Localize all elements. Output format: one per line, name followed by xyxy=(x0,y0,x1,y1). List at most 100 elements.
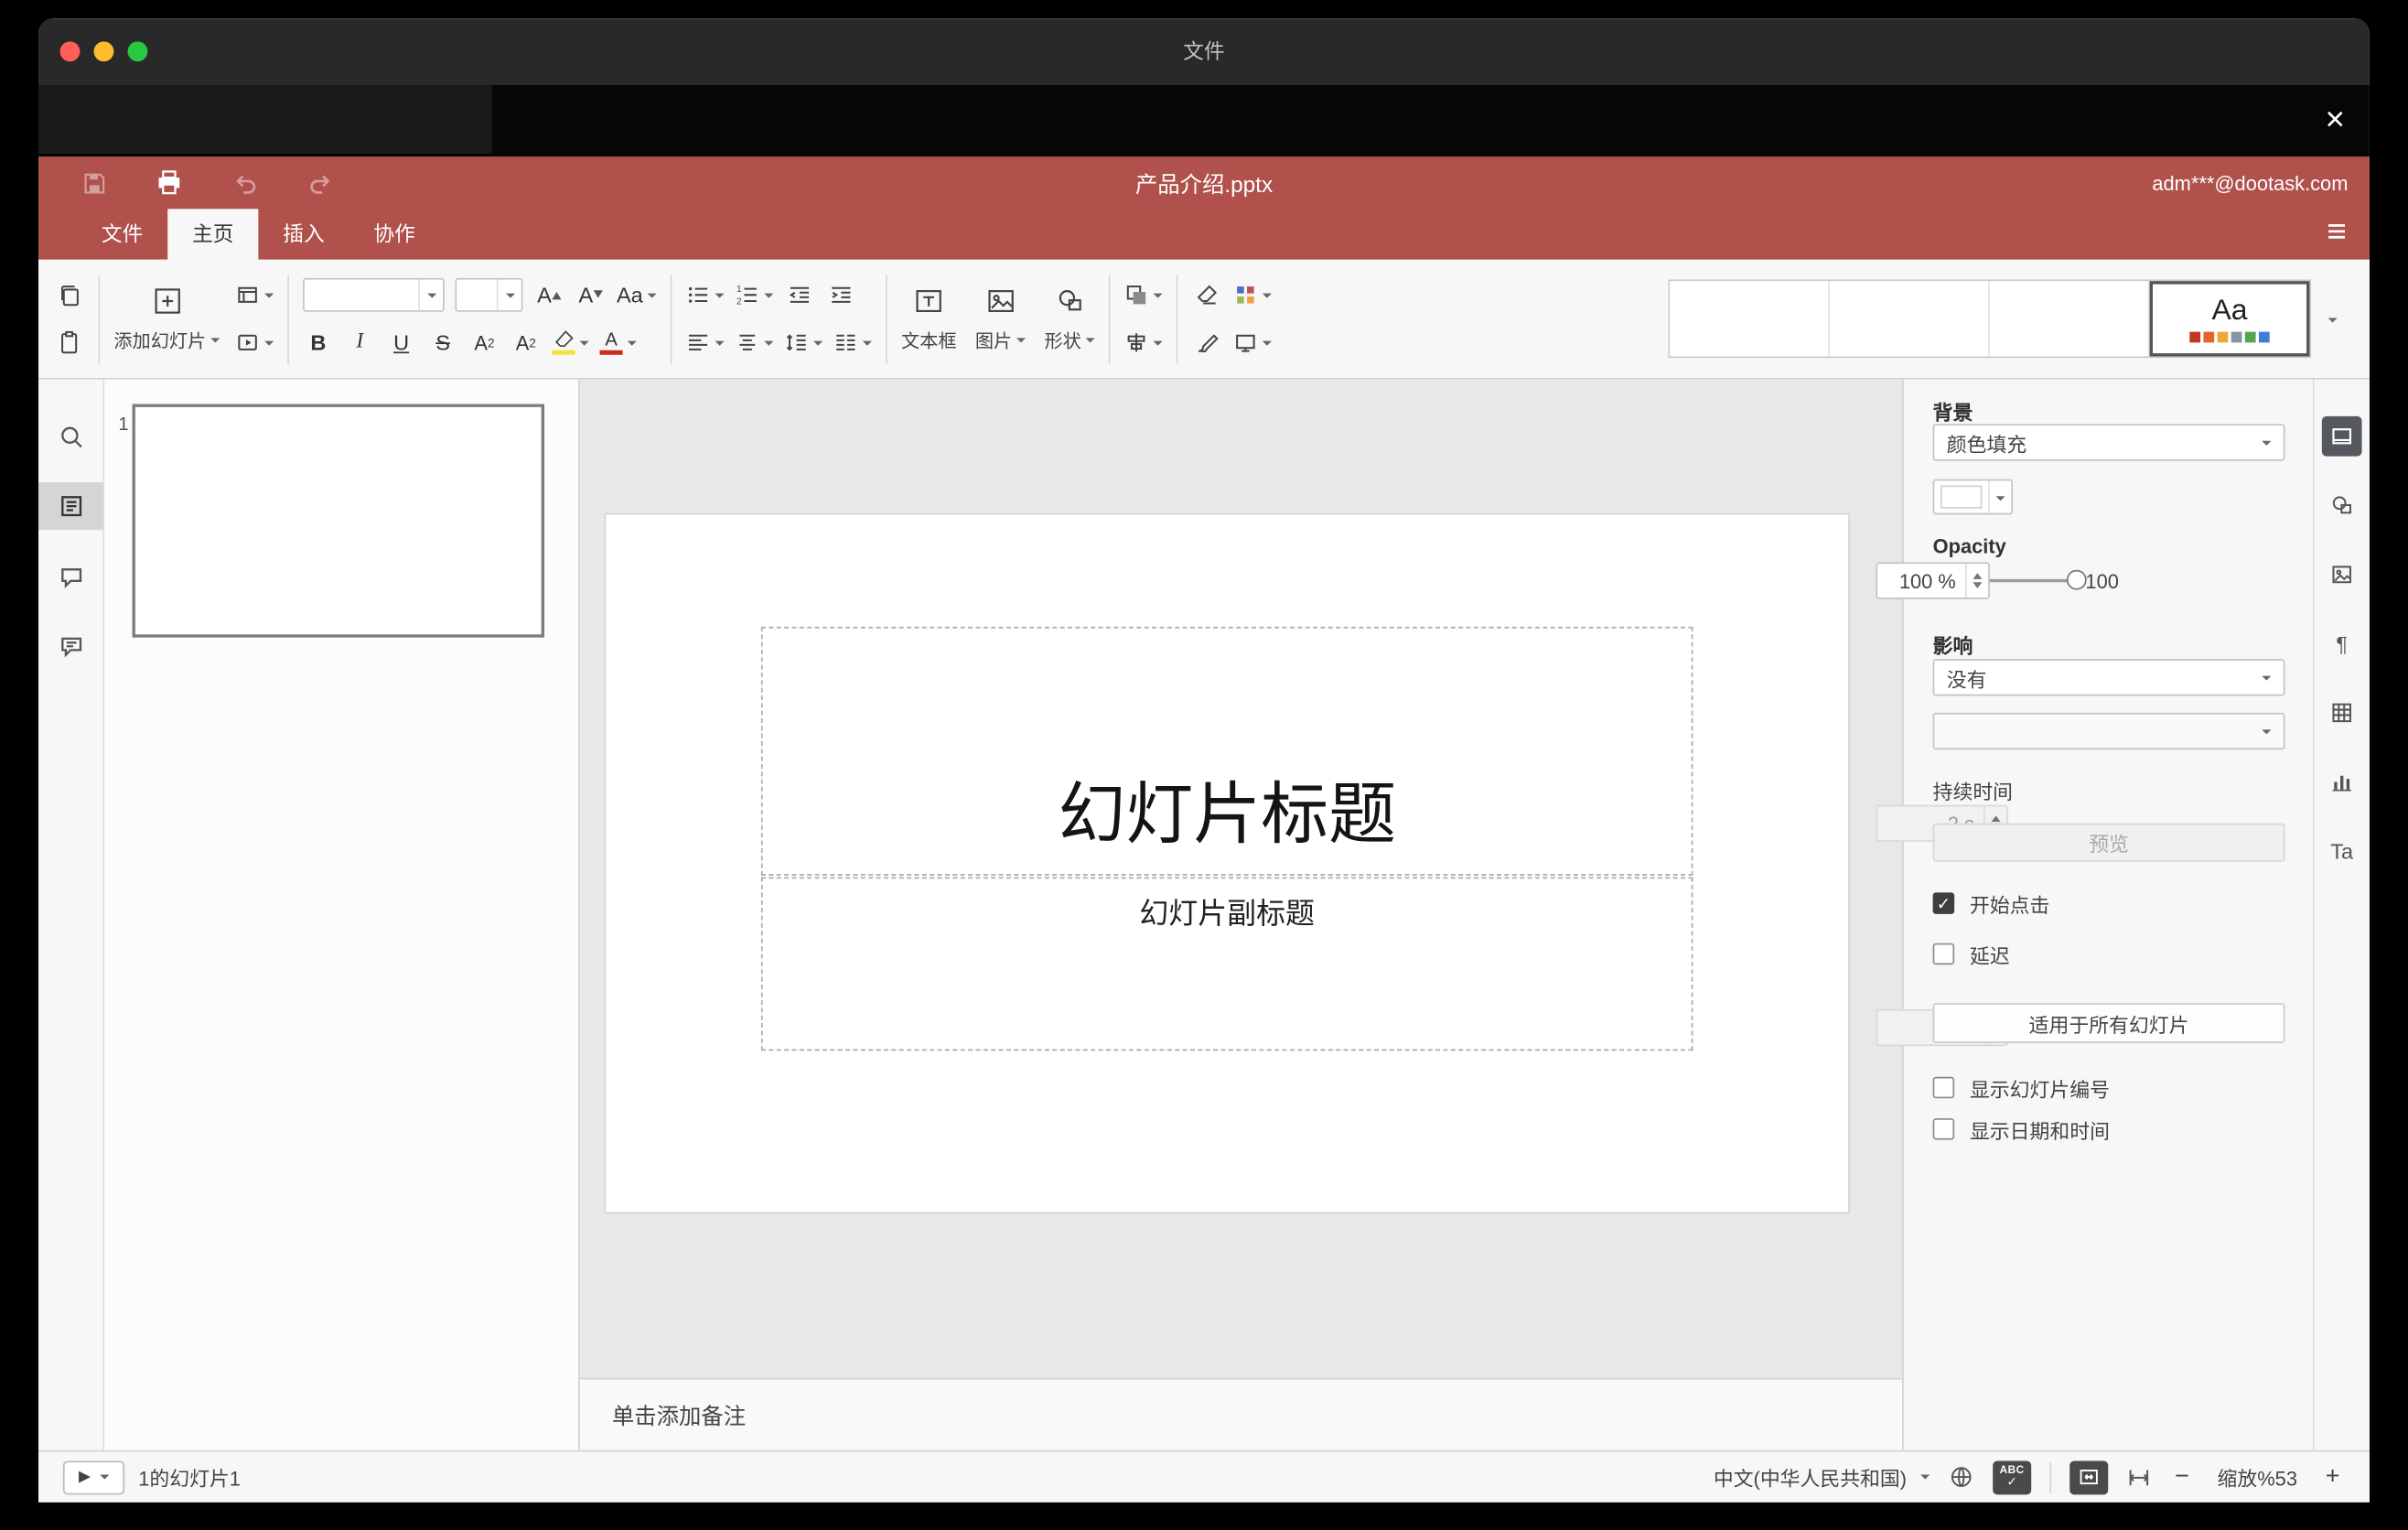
columns-button[interactable] xyxy=(833,324,873,361)
background-color-picker[interactable] xyxy=(1932,479,2014,515)
font-name-combo[interactable] xyxy=(303,277,445,312)
start-on-click-checkbox[interactable]: ✓ xyxy=(1932,892,1955,914)
font-group: A A Aa B I U S A2 A2 A xyxy=(303,275,657,362)
fullscreen-traffic-light[interactable] xyxy=(127,41,148,62)
image-settings-tab[interactable] xyxy=(2322,555,2362,595)
fit-to-slide-button[interactable] xyxy=(2069,1460,2109,1494)
decrease-font-size-button[interactable]: A xyxy=(575,276,607,313)
language-selector[interactable]: 中文(中华人民共和国) xyxy=(1714,1462,1930,1492)
slide-size-button[interactable] xyxy=(1233,324,1273,361)
numbered-list-button[interactable]: 12 xyxy=(736,276,774,313)
paragraph-settings-tab[interactable]: ¶ xyxy=(2322,624,2362,664)
change-case-button[interactable]: Aa xyxy=(617,276,657,313)
increase-font-size-button[interactable]: A xyxy=(533,276,564,313)
increase-indent-button[interactable] xyxy=(826,276,857,313)
align-shapes-button[interactable] xyxy=(1124,324,1163,361)
insert-textbox-button[interactable]: 文本框 xyxy=(901,285,957,352)
theme-gallery-expand-button[interactable] xyxy=(2311,311,2348,327)
copy-button[interactable] xyxy=(54,276,85,313)
save-icon[interactable] xyxy=(75,165,112,201)
tab-home[interactable]: 主页 xyxy=(167,209,259,260)
theme-tile-blank-1[interactable] xyxy=(1670,281,1831,357)
redo-icon[interactable] xyxy=(301,165,338,201)
arrange-shapes-button[interactable] xyxy=(1124,276,1163,313)
font-size-combo[interactable] xyxy=(455,277,523,312)
show-slide-number-row: 显示幻灯片编号 xyxy=(1932,1075,2285,1101)
italic-button[interactable]: I xyxy=(345,324,376,361)
tab-insert[interactable]: 插入 xyxy=(258,209,349,259)
start-slideshow-button[interactable] xyxy=(235,324,274,361)
menu-icon[interactable]: ≡ xyxy=(2327,209,2347,259)
shape-settings-tab[interactable] xyxy=(2322,485,2362,525)
table-settings-tab[interactable] xyxy=(2322,693,2362,733)
stepper-arrows[interactable] xyxy=(1964,564,1988,598)
font-color-button[interactable]: A xyxy=(599,324,637,361)
theme-tile-selected[interactable]: Aa xyxy=(2149,281,2310,357)
slide-canvas[interactable]: 幻灯片标题 幻灯片副标题 xyxy=(579,379,1903,1378)
effect-type-select[interactable] xyxy=(1932,712,2285,750)
superscript-button[interactable]: A2 xyxy=(469,324,500,361)
subtitle-placeholder[interactable]: 幻灯片副标题 xyxy=(760,877,1693,1051)
vertical-align-button[interactable] xyxy=(736,324,774,361)
slides-panel-button[interactable] xyxy=(38,482,103,531)
show-date-time-checkbox[interactable] xyxy=(1932,1118,1955,1140)
search-button[interactable] xyxy=(38,414,103,461)
paste-button[interactable] xyxy=(54,324,85,361)
line-spacing-button[interactable] xyxy=(784,324,823,361)
insert-group: 文本框 图片 形状 xyxy=(901,285,1095,352)
textart-settings-tab[interactable]: Ta xyxy=(2322,831,2362,871)
chevron-down-icon xyxy=(813,340,823,350)
title-placeholder[interactable]: 幻灯片标题 xyxy=(760,626,1693,876)
subscript-button[interactable]: A2 xyxy=(511,324,542,361)
comments-panel-button[interactable] xyxy=(38,553,103,600)
chart-settings-tab[interactable] xyxy=(2322,762,2362,803)
bold-button[interactable]: B xyxy=(303,324,334,361)
close-icon[interactable]: × xyxy=(2325,97,2345,143)
textbox-icon xyxy=(914,285,945,323)
minimize-traffic-light[interactable] xyxy=(93,41,114,62)
undo-icon[interactable] xyxy=(226,165,263,201)
bullet-list-button[interactable] xyxy=(686,276,725,313)
document-language-button[interactable] xyxy=(1948,1464,1974,1491)
comment-icon xyxy=(60,568,81,588)
decrease-indent-button[interactable] xyxy=(784,276,815,313)
spellcheck-toggle[interactable]: ABC ✓ xyxy=(1993,1460,2032,1494)
horizontal-align-button[interactable] xyxy=(686,324,725,361)
notes-area[interactable]: 单击添加备注 xyxy=(579,1377,1903,1450)
insert-image-button[interactable]: 图片 xyxy=(974,285,1027,352)
close-traffic-light[interactable] xyxy=(59,41,81,62)
show-slide-number-checkbox[interactable] xyxy=(1932,1076,1955,1099)
zoom-out-button[interactable]: − xyxy=(2169,1463,2194,1491)
slide[interactable]: 幻灯片标题 幻灯片副标题 xyxy=(606,514,1849,1212)
fit-to-width-button[interactable] xyxy=(2126,1465,2151,1490)
effect-select[interactable]: 没有 xyxy=(1932,659,2285,696)
insert-shape-button[interactable]: 形状 xyxy=(1044,285,1095,352)
opacity-slider-knob[interactable] xyxy=(2067,569,2088,590)
theme-tile-blank-2[interactable] xyxy=(1830,281,1990,357)
tab-collaboration[interactable]: 协作 xyxy=(349,209,440,259)
slide-settings-tab[interactable] xyxy=(2321,415,2362,457)
preview-button[interactable]: 预览 xyxy=(1932,823,2285,862)
start-slideshow-status-button[interactable]: ▶ xyxy=(62,1460,125,1494)
color-scheme-button[interactable] xyxy=(1233,276,1273,313)
copy-style-button[interactable] xyxy=(1192,324,1223,361)
highlight-color-button[interactable] xyxy=(552,324,589,361)
slide-thumbnail[interactable] xyxy=(132,404,544,638)
chat-panel-button[interactable] xyxy=(38,622,103,670)
opacity-input[interactable]: 100 % xyxy=(1876,562,1990,599)
add-slide-button[interactable]: 添加幻灯片 xyxy=(113,275,220,362)
theme-tile-blank-3[interactable] xyxy=(1989,281,2150,357)
strikethrough-button[interactable]: S xyxy=(427,324,458,361)
clear-style-button[interactable] xyxy=(1192,276,1223,313)
delay-checkbox[interactable] xyxy=(1932,943,1955,965)
slide-layout-button[interactable] xyxy=(235,276,274,313)
underline-button[interactable]: U xyxy=(386,324,417,361)
background-fill-select[interactable]: 颜色填充 xyxy=(1932,424,2285,461)
zoom-in-button[interactable]: + xyxy=(2320,1463,2345,1491)
window-subheader: × xyxy=(38,84,2370,157)
print-icon[interactable] xyxy=(151,165,188,201)
tab-file[interactable]: 文件 xyxy=(77,209,167,259)
arrange-group xyxy=(1124,275,1163,362)
apply-to-all-slides-button[interactable]: 适用于所有幻灯片 xyxy=(1932,1003,2285,1043)
image-label: 图片 xyxy=(974,329,1013,351)
